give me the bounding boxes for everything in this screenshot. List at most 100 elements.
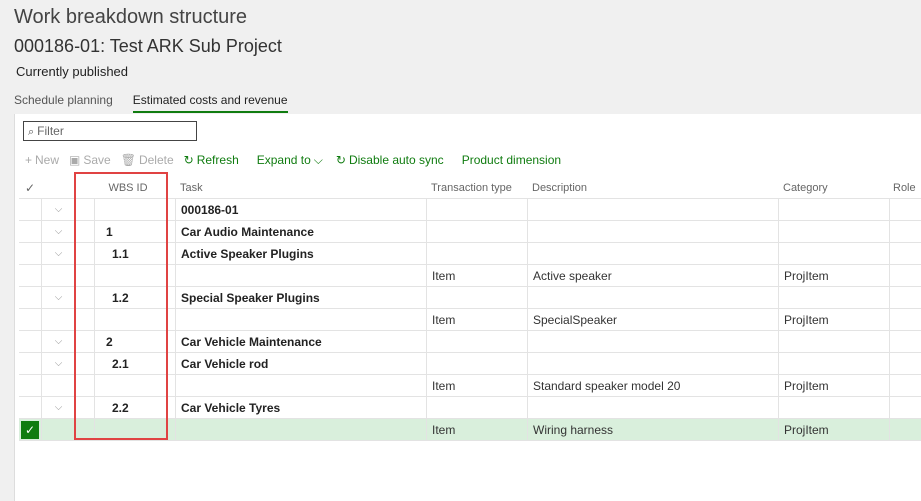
row-select-cell[interactable] (19, 287, 41, 308)
refresh-button[interactable]: ↻ Refresh (184, 153, 239, 167)
chevron-down-icon[interactable]: ⌵ (55, 248, 63, 259)
role-cell[interactable] (889, 331, 921, 352)
chevron-down-icon[interactable]: ⌵ (55, 336, 63, 347)
chevron-down-icon[interactable]: ⌵ (55, 292, 63, 303)
description-cell[interactable] (527, 353, 778, 374)
description-cell[interactable] (527, 199, 778, 220)
column-header-task[interactable]: Task (175, 178, 426, 198)
delete-button[interactable]: 🗑 Delete (121, 153, 174, 167)
wbs-id-cell[interactable]: 1.2 (94, 287, 174, 308)
transaction-type-cell[interactable] (426, 199, 527, 220)
chevron-down-icon[interactable]: ⌵ (55, 204, 63, 215)
row-expander[interactable]: ⌵ (41, 331, 75, 352)
chevron-down-icon[interactable]: ⌵ (55, 402, 63, 413)
column-header-category[interactable]: Category (778, 178, 889, 198)
chevron-down-icon[interactable]: ⌵ (55, 358, 63, 369)
description-cell[interactable]: SpecialSpeaker (527, 309, 778, 330)
table-row[interactable]: Item Standard speaker model 20 ProjItem (19, 375, 921, 397)
role-cell[interactable] (889, 309, 921, 330)
save-button[interactable]: ▣ Save (69, 153, 111, 167)
wbs-id-cell[interactable]: 1 (94, 221, 174, 242)
product-dimension-button[interactable]: Product dimension (462, 153, 561, 167)
wbs-id-cell[interactable] (94, 265, 174, 286)
category-cell[interactable] (778, 397, 889, 418)
row-select-cell[interactable] (19, 309, 41, 330)
wbs-id-cell[interactable]: 2.1 (94, 353, 174, 374)
role-cell[interactable] (889, 375, 921, 396)
disable-auto-sync-button[interactable]: ↻ Disable auto sync (336, 153, 444, 167)
table-row[interactable]: ⌵ 2.1 Car Vehicle rod (19, 353, 921, 375)
row-expander[interactable]: ⌵ (41, 199, 75, 220)
tab-schedule-planning[interactable]: Schedule planning (14, 93, 113, 113)
row-select-cell[interactable] (19, 243, 41, 264)
role-cell[interactable] (889, 419, 921, 440)
description-cell[interactable] (527, 397, 778, 418)
row-expander[interactable]: ⌵ (41, 353, 75, 374)
table-row[interactable]: ⌵ 1.2 Special Speaker Plugins (19, 287, 921, 309)
row-select-cell[interactable]: ✓ (19, 419, 41, 440)
row-select-cell[interactable] (19, 199, 41, 220)
category-cell[interactable]: ProjItem (778, 309, 889, 330)
transaction-type-cell[interactable] (426, 221, 527, 242)
task-cell[interactable]: Car Vehicle rod (175, 353, 426, 374)
task-cell[interactable]: 000186-01 (175, 199, 426, 220)
task-cell[interactable] (175, 265, 426, 286)
table-row[interactable]: ⌵ 2.2 Car Vehicle Tyres (19, 397, 921, 419)
description-cell[interactable] (527, 243, 778, 264)
column-header-description[interactable]: Description (527, 178, 778, 198)
transaction-type-cell[interactable] (426, 397, 527, 418)
wbs-id-cell[interactable] (94, 309, 174, 330)
transaction-type-cell[interactable]: Item (426, 419, 527, 440)
transaction-type-cell[interactable] (426, 353, 527, 374)
transaction-type-cell[interactable] (426, 287, 527, 308)
table-row[interactable]: Item SpecialSpeaker ProjItem (19, 309, 921, 331)
row-expander[interactable]: ⌵ (41, 397, 75, 418)
column-header-transaction-type[interactable]: Transaction type (426, 178, 527, 198)
category-cell[interactable]: ProjItem (778, 375, 889, 396)
category-cell[interactable] (778, 331, 889, 352)
expand-to-button[interactable]: Expand to ⌵ (257, 153, 326, 168)
row-select-cell[interactable] (19, 221, 41, 242)
tab-estimated-costs-and-revenue[interactable]: Estimated costs and revenue (132, 93, 288, 113)
category-cell[interactable] (778, 287, 889, 308)
task-cell[interactable]: Active Speaker Plugins (175, 243, 426, 264)
description-cell[interactable] (527, 221, 778, 242)
table-row[interactable]: Item Active speaker ProjItem (19, 265, 921, 287)
row-select-cell[interactable] (19, 353, 41, 374)
column-header-role[interactable]: Role (889, 178, 921, 198)
row-select-cell[interactable] (19, 265, 41, 286)
task-cell[interactable] (175, 419, 426, 440)
role-cell[interactable] (889, 243, 921, 264)
description-cell[interactable]: Active speaker (527, 265, 778, 286)
role-cell[interactable] (889, 199, 921, 220)
wbs-id-cell[interactable]: 2.2 (94, 397, 174, 418)
role-cell[interactable] (889, 397, 921, 418)
description-cell[interactable] (527, 287, 778, 308)
table-row[interactable]: ⌵ 1 Car Audio Maintenance (19, 221, 921, 243)
category-cell[interactable] (778, 199, 889, 220)
table-row[interactable]: ⌵ 1.1 Active Speaker Plugins (19, 243, 921, 265)
transaction-type-cell[interactable]: Item (426, 375, 527, 396)
wbs-id-cell[interactable]: 1.1 (94, 243, 174, 264)
task-cell[interactable] (175, 309, 426, 330)
transaction-type-cell[interactable]: Item (426, 309, 527, 330)
filter-input[interactable]: ⌕ Filter (23, 121, 197, 141)
category-cell[interactable]: ProjItem (778, 265, 889, 286)
row-expander[interactable]: ⌵ (41, 243, 75, 264)
category-cell[interactable] (778, 353, 889, 374)
role-cell[interactable] (889, 353, 921, 374)
row-checked-icon[interactable]: ✓ (21, 420, 39, 439)
task-cell[interactable]: Car Audio Maintenance (175, 221, 426, 242)
wbs-id-cell[interactable] (94, 199, 174, 220)
description-cell[interactable]: Wiring harness (527, 419, 778, 440)
table-row[interactable]: ⌵ 2 Car Vehicle Maintenance (19, 331, 921, 353)
new-button[interactable]: + New (25, 153, 59, 167)
table-row[interactable]: ✓ Item Wiring harness ProjItem (19, 419, 921, 441)
row-select-cell[interactable] (19, 331, 41, 352)
category-cell[interactable]: ProjItem (778, 419, 889, 440)
transaction-type-cell[interactable]: Item (426, 265, 527, 286)
chevron-down-icon[interactable]: ⌵ (55, 226, 63, 237)
task-cell[interactable]: Special Speaker Plugins (175, 287, 426, 308)
transaction-type-cell[interactable] (426, 331, 527, 352)
row-select-cell[interactable] (19, 375, 41, 396)
